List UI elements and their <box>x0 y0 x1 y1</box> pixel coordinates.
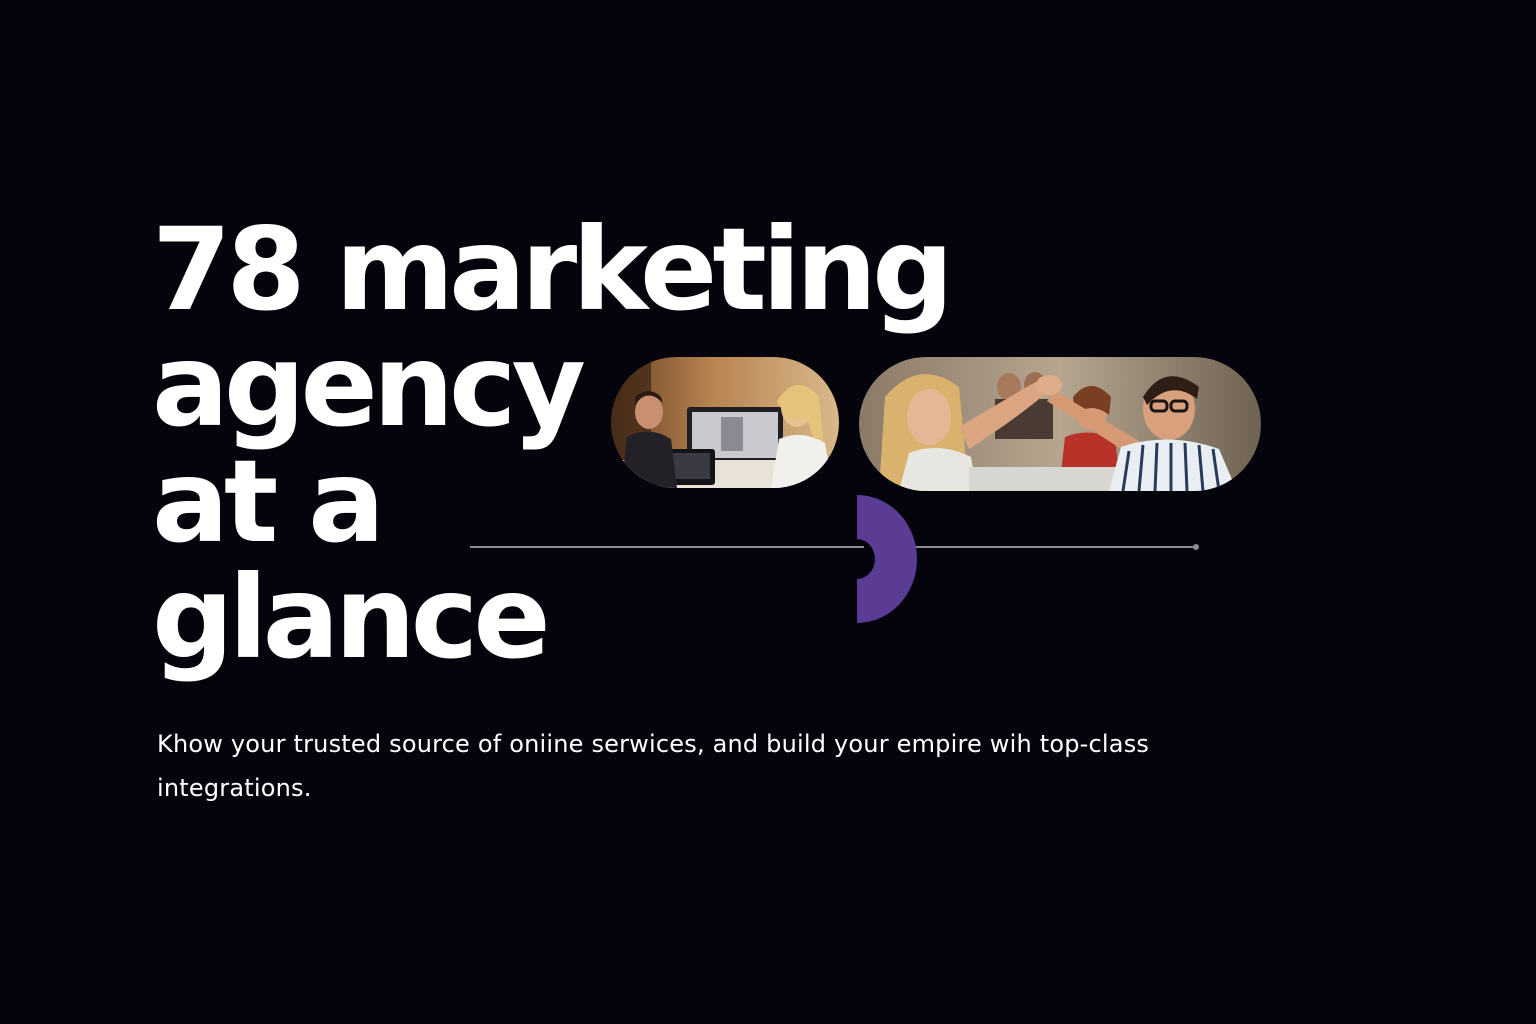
divider-line-right <box>905 546 1197 548</box>
office-meeting-photo <box>611 357 839 488</box>
headline-line-1: 78 marketing <box>152 203 954 336</box>
hero-subtitle: Khow your trusted source of oniine serwi… <box>157 730 1150 802</box>
team-high-five-photo <box>859 357 1261 491</box>
headline-line-4: glance <box>152 551 551 684</box>
divider-end-dot <box>1193 544 1199 550</box>
purple-half-ring-accent <box>857 495 917 623</box>
hero-section: 78 marketing agency at a glance Khow you… <box>0 0 1536 1024</box>
headline-line-3: at a <box>152 435 385 568</box>
divider-line-left <box>470 546 864 548</box>
